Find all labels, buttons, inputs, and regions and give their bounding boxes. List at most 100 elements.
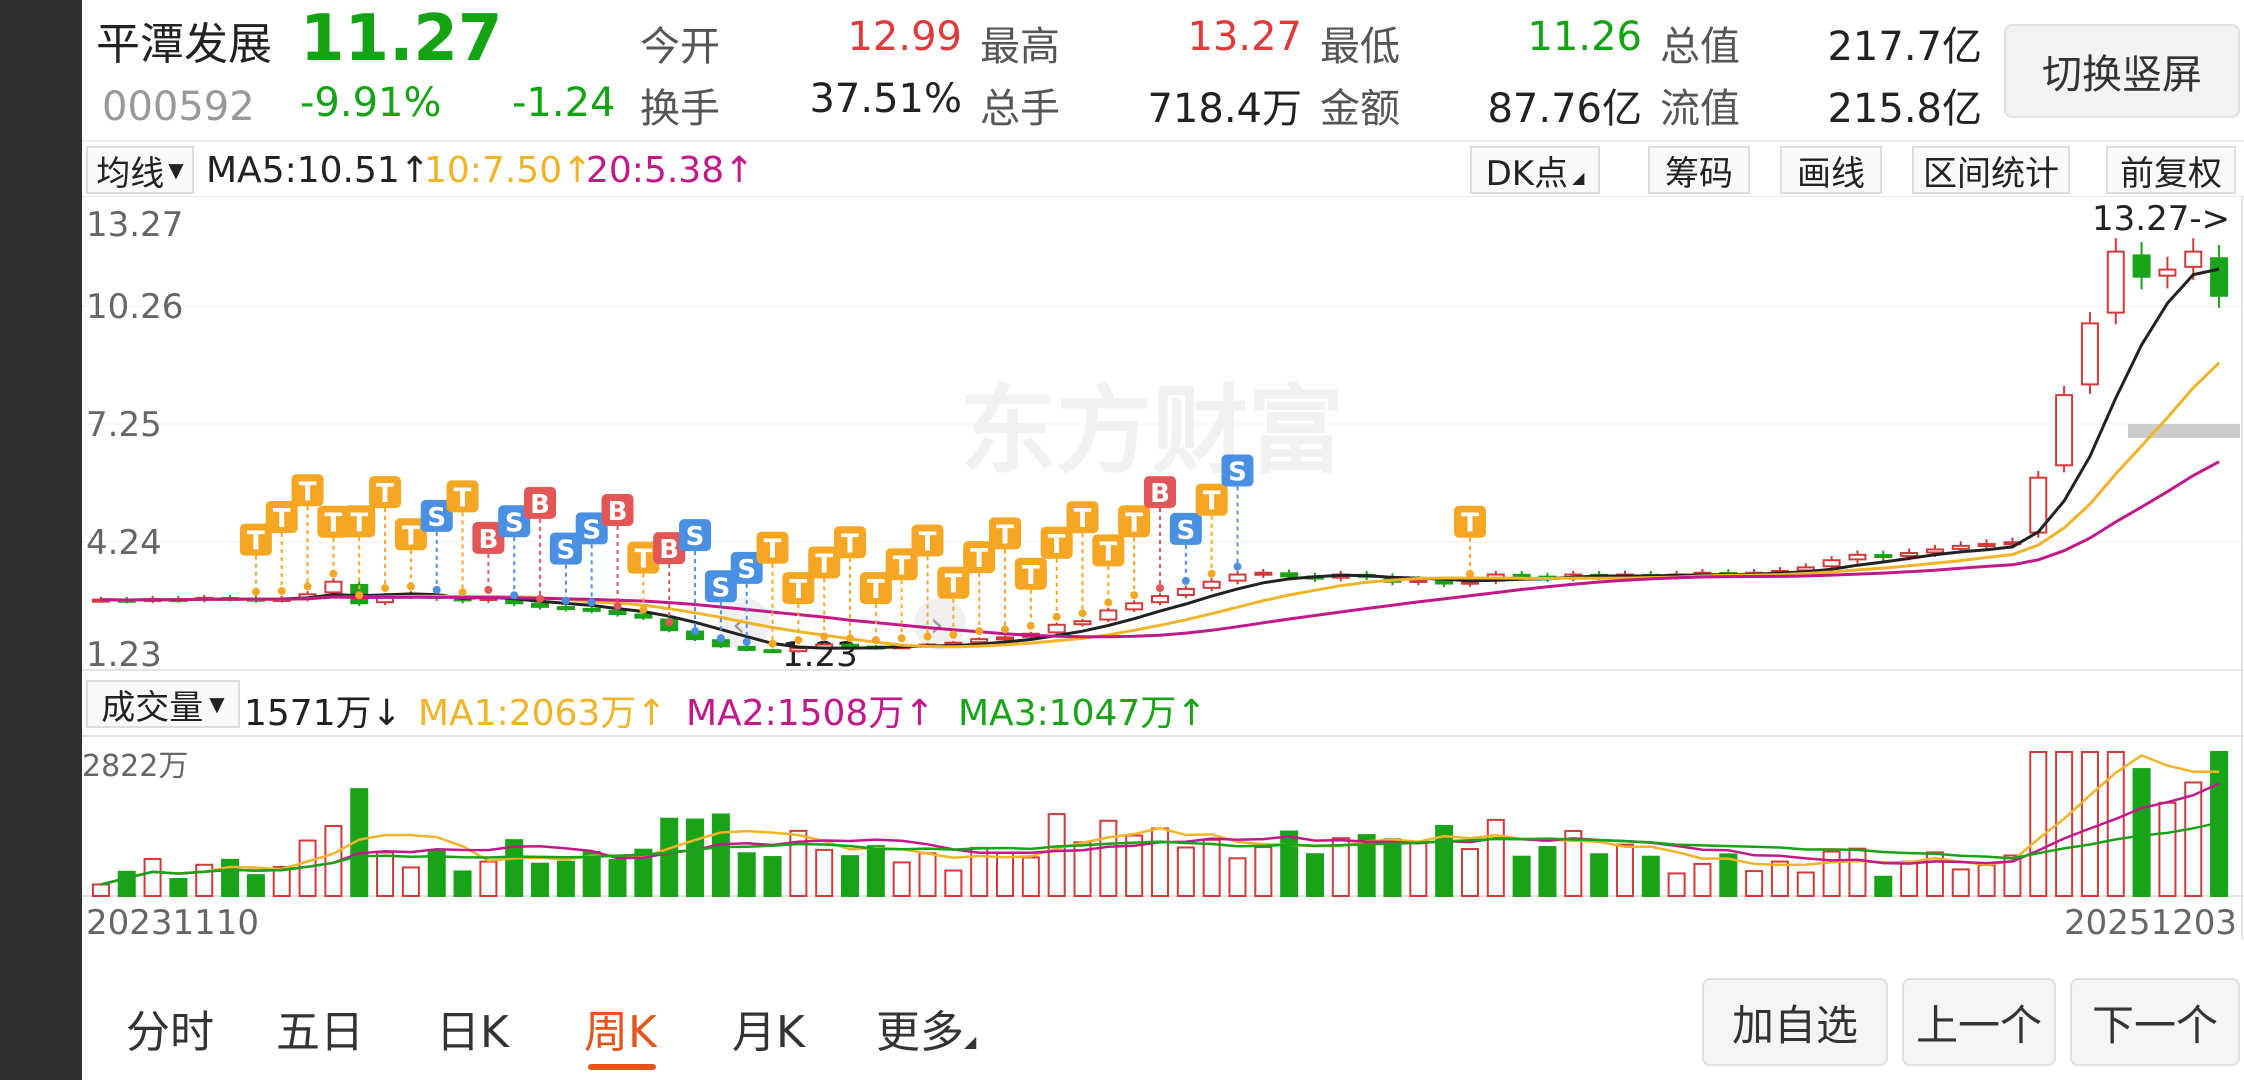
add-watchlist-button[interactable]: 加自选 xyxy=(1702,978,1888,1066)
volume-bar xyxy=(582,851,601,897)
signal-label: T xyxy=(634,545,652,575)
signal-dot xyxy=(484,585,493,594)
kline-chart-area[interactable]: 东方财富 13.27 10.26 7.25 4.24 1.23 13.27-> … xyxy=(82,195,2244,943)
signal-dot xyxy=(691,627,700,636)
volume-bar xyxy=(195,863,214,897)
candle-body xyxy=(1822,559,1841,568)
signal-dot xyxy=(871,636,880,645)
signal-label: T xyxy=(1048,530,1066,560)
draw-line-button[interactable]: 画线 xyxy=(1780,146,1882,194)
previous-stock-button[interactable]: 上一个 xyxy=(1902,978,2056,1066)
quote-value-low: 11.26 xyxy=(1527,14,1642,60)
signal-label: B xyxy=(530,490,550,520)
tab-monthly-k[interactable]: 月K xyxy=(732,996,805,1060)
dropdown-arrow-icon: ▼ xyxy=(168,158,184,182)
volume-bar xyxy=(944,869,963,897)
signal-label: T xyxy=(815,550,833,580)
volume-bar xyxy=(1951,868,1970,898)
signal-label: S xyxy=(686,522,705,552)
volume-bar xyxy=(1202,838,1221,897)
signal-label: T xyxy=(841,529,859,559)
volume-bar xyxy=(1977,864,1996,898)
tab-intraday[interactable]: 分时 xyxy=(126,996,214,1060)
candle-body xyxy=(1073,620,1092,626)
volume-ma3: MA3:1047万↑ xyxy=(958,693,1207,734)
signal-dot xyxy=(406,582,415,591)
y-tick-label: 7.25 xyxy=(86,405,162,445)
quote-value-float: 215.8亿 xyxy=(1827,86,1982,132)
volume-bar xyxy=(1590,853,1609,898)
change-amount: -1.24 xyxy=(512,80,616,126)
y-tick-label: 13.27 xyxy=(86,205,183,245)
signal-dot xyxy=(355,591,364,600)
switch-portrait-button[interactable]: 切换竖屏 xyxy=(2004,24,2240,118)
volume-bar xyxy=(1538,846,1557,897)
range-highlight xyxy=(2128,424,2240,438)
candle-body xyxy=(996,636,1015,641)
volume-max-label: 2822万 xyxy=(82,749,188,784)
signal-label: S xyxy=(505,508,524,538)
tab-weekly-k[interactable]: 周K xyxy=(584,996,657,1060)
quote-label-volume: 总手 xyxy=(980,86,1060,132)
volume-bar xyxy=(608,859,627,897)
signal-label: S xyxy=(1176,516,1195,546)
signal-label: B xyxy=(659,535,679,565)
volume-bar xyxy=(1305,853,1324,897)
signal-label: T xyxy=(944,570,962,600)
signal-dot xyxy=(1181,576,1190,585)
volume-bar xyxy=(1021,856,1040,897)
signal-label: T xyxy=(454,483,472,513)
tab-more[interactable]: 更多◢ xyxy=(876,996,976,1060)
active-tab-indicator xyxy=(588,1064,656,1070)
volume-bar xyxy=(221,858,240,898)
volume-select[interactable]: 成交量 ▼ xyxy=(86,680,240,728)
signal-label: S xyxy=(737,555,756,585)
signal-label: T xyxy=(1203,487,1221,517)
dk-point-button[interactable]: DK点 ◢ xyxy=(1470,146,1600,194)
tab-daily-k[interactable]: 日K xyxy=(436,996,509,1060)
ma-select[interactable]: 均线 ▼ xyxy=(86,146,194,194)
adjust-button[interactable]: 前复权 xyxy=(2106,146,2236,194)
next-stock-button[interactable]: 下一个 xyxy=(2070,978,2240,1066)
candle-body xyxy=(2210,257,2229,297)
volume-bar xyxy=(1900,860,1919,897)
quote-label-float: 流值 xyxy=(1660,86,1740,132)
high-price-marker: 13.27-> xyxy=(2092,199,2230,239)
volume-bar xyxy=(841,855,860,898)
stock-price: 11.27 xyxy=(300,2,503,76)
signal-dot xyxy=(587,598,596,607)
candle-body xyxy=(1951,544,1970,550)
signal-dot xyxy=(1052,612,1061,621)
candle-body xyxy=(2132,254,2151,278)
volume-select-label: 成交量 xyxy=(101,687,204,728)
volume-bar xyxy=(2184,781,2203,897)
left-edge-bar xyxy=(0,0,82,1080)
signal-dot xyxy=(561,596,570,605)
signal-label: T xyxy=(919,528,937,558)
signal-dot xyxy=(639,605,648,614)
volume-bar xyxy=(1615,843,1634,898)
candle-body xyxy=(2055,394,2074,467)
signal-label: T xyxy=(764,535,782,565)
candle-body xyxy=(1280,572,1299,578)
kline-chart-svg[interactable]: 东方财富 13.27 10.26 7.25 4.24 1.23 13.27-> … xyxy=(82,195,2244,943)
signal-label: T xyxy=(970,544,988,574)
signal-label: S xyxy=(582,515,601,545)
volume-bar xyxy=(1150,827,1170,897)
signal-label: T xyxy=(402,521,420,551)
tab-five-day[interactable]: 五日 xyxy=(276,996,364,1060)
ma20-value: 20:5.38↑ xyxy=(586,150,755,191)
candle-body xyxy=(2106,250,2125,314)
signal-dot xyxy=(794,636,803,645)
volume-bar xyxy=(763,856,782,898)
volume-bar xyxy=(1486,818,1505,898)
signal-label: T xyxy=(325,509,343,539)
quote-value-turnover: 37.51% xyxy=(809,76,962,122)
signal-dot xyxy=(432,585,441,594)
range-stats-button[interactable]: 区间统计 xyxy=(1912,146,2070,194)
volume-bar xyxy=(453,870,472,898)
volume-ma1: MA1:2063万↑ xyxy=(418,693,667,734)
chevron-right-icon: › xyxy=(930,605,944,645)
quote-label-turnover: 换手 xyxy=(640,86,720,132)
chips-button[interactable]: 筹码 xyxy=(1648,146,1750,194)
